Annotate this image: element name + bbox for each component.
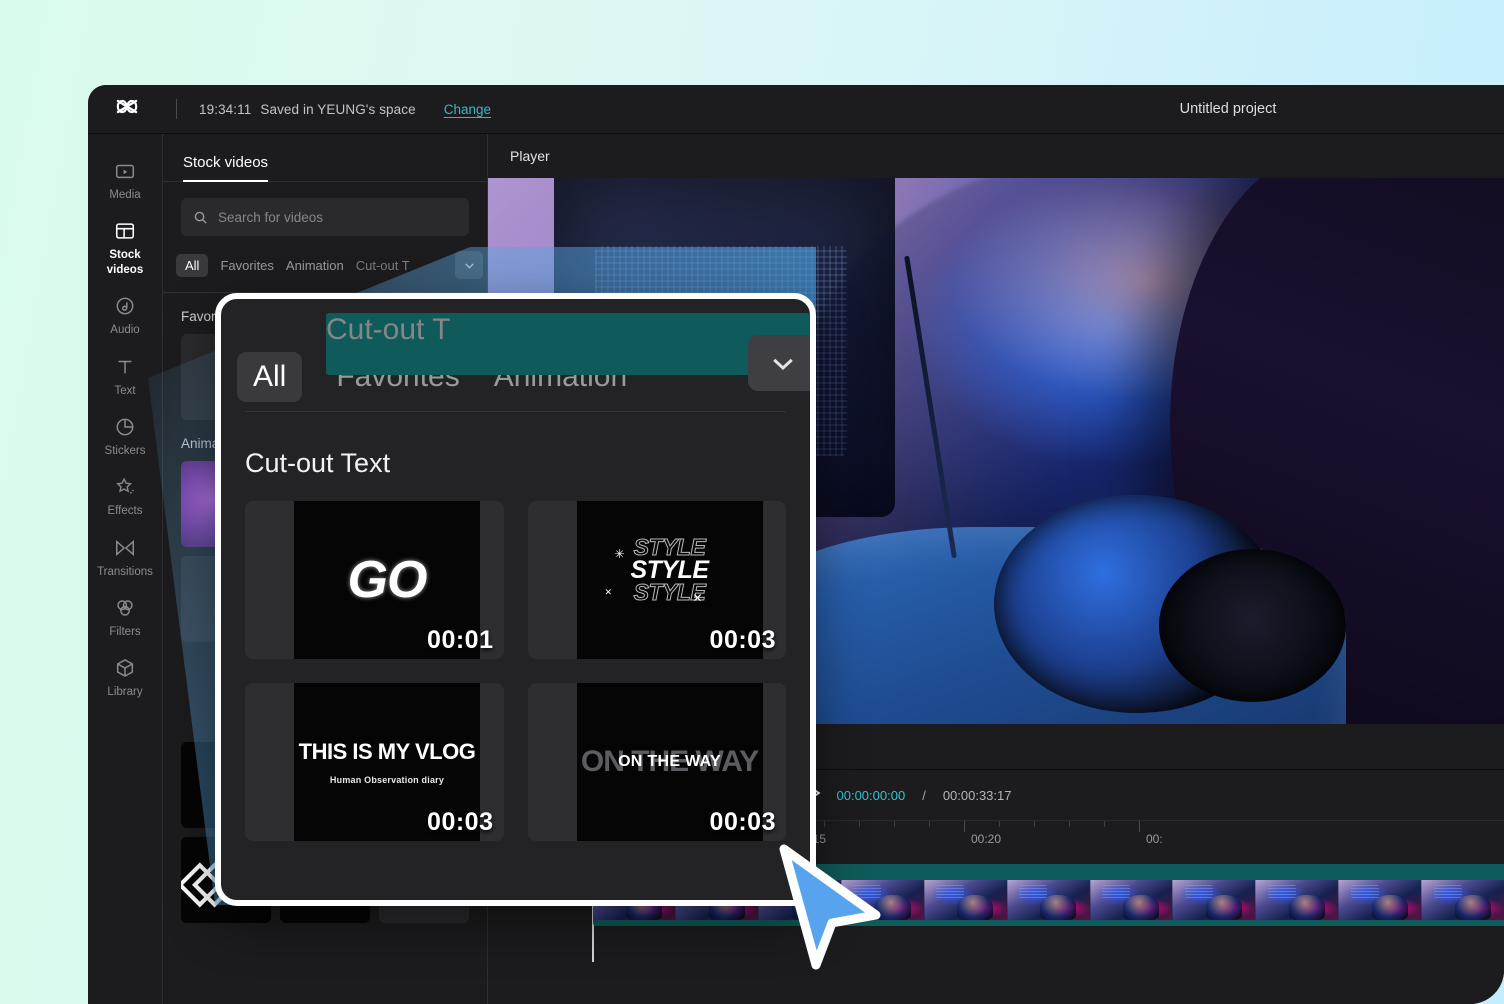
ruler-label: 00:20 (971, 832, 1002, 846)
sidebar-item-transitions[interactable]: Transitions (88, 527, 162, 587)
popup-tab-all[interactable]: All (237, 352, 303, 402)
sidebar-item-label: Text (114, 384, 136, 397)
card-subtext: Human Observation diary (329, 775, 445, 785)
sidebar-item-media[interactable]: Media (88, 150, 162, 210)
library-icon (114, 657, 136, 679)
sidebar-item-label: Effects (107, 505, 143, 518)
total-time: 00:00:33:17 (942, 787, 1012, 803)
list-item[interactable]: THIS IS MY VLOG Human Observation diary … (245, 683, 504, 841)
project-title-text: Untitled project (1179, 101, 1277, 117)
filmstrip-frame (1173, 880, 1257, 920)
player-header: Player (488, 134, 1504, 178)
audio-icon (114, 295, 136, 317)
search-icon (194, 211, 207, 224)
popup-tab-cutout-text[interactable]: Cut-out T (326, 313, 810, 375)
sidebar-item-label: Audio (110, 324, 140, 337)
sidebar-item-text[interactable]: Text (88, 346, 162, 406)
popup-card-grid: GO 00:01 STYLE STYLE STYLE ✳ ✕ ✕ 00:03 T… (221, 479, 810, 841)
current-time: 00:00:00:00 (836, 787, 906, 803)
filter-chip-row: All Favorites Animation Cut-out T (176, 251, 483, 279)
filmstrip-frame (1256, 880, 1340, 920)
sidebar-item-label: Media (109, 189, 141, 201)
card-duration: 00:03 (709, 626, 776, 654)
card-text: GO (347, 551, 428, 609)
panel-tab-row: Stock videos (163, 134, 487, 182)
change-space-link[interactable]: Change (444, 102, 491, 117)
popup-tab-row: All Favorites Animation Cut-out T (221, 299, 810, 411)
list-item[interactable]: ON THE WAY ON THE WAY 00:03 (527, 683, 786, 841)
popup-expand-button[interactable] (748, 335, 810, 391)
stickers-icon (114, 416, 136, 438)
card-duration: 00:03 (427, 808, 494, 836)
filmstrip-frame (841, 880, 925, 920)
sidebar-item-stock-videos[interactable]: Stock videos (88, 210, 162, 285)
sidebar-item-filters[interactable]: Filters (88, 587, 162, 647)
filter-chip-favorites[interactable]: Favorites (220, 258, 273, 273)
chevron-down-icon (773, 358, 793, 371)
save-time: 19:34:11 (199, 101, 252, 117)
list-item[interactable]: GO 00:01 (245, 501, 504, 659)
player-label: Player (510, 148, 550, 164)
sidebar-item-effects[interactable]: Effects (88, 466, 162, 526)
filmstrip-frame (924, 880, 1008, 920)
popup-section-title: Cut-out Text (245, 448, 391, 478)
transitions-icon (114, 537, 136, 559)
left-rail: Media Stock videos Audio Text Stickers E… (88, 134, 163, 1004)
sidebar-item-label: Stock videos (106, 249, 144, 276)
header-divider (176, 99, 177, 119)
save-location: Saved in YEUNG's space (260, 101, 416, 117)
stock-videos-icon (114, 220, 136, 242)
filter-expand-button[interactable] (455, 251, 483, 279)
text-icon (114, 356, 136, 378)
filters-icon (114, 597, 136, 619)
card-text: THIS IS MY VLOG (298, 739, 476, 764)
time-separator: / (922, 787, 926, 803)
chevron-down-icon (464, 262, 474, 269)
page-canvas: 19:34:11 Saved in YEUNG's space Change U… (0, 0, 1504, 1004)
filter-chip-animation[interactable]: Animation (286, 258, 344, 273)
sidebar-item-label: Stickers (104, 444, 146, 457)
capcut-logo-icon[interactable] (112, 94, 142, 124)
filmstrip-frame (1422, 880, 1504, 920)
sidebar-item-library[interactable]: Library (88, 647, 162, 707)
card-text: ON THE WAY (618, 753, 721, 770)
sidebar-item-label: Transitions (97, 565, 153, 578)
search-placeholder: Search for videos (218, 209, 324, 225)
video-headphone-earpad (1159, 549, 1346, 703)
effects-icon (114, 476, 136, 498)
card-duration: 00:03 (709, 808, 776, 836)
title-bar: 19:34:11 Saved in YEUNG's space Change U… (88, 85, 1504, 133)
sidebar-item-stickers[interactable]: Stickers (88, 406, 162, 466)
filmstrip-frame (1090, 880, 1174, 920)
sidebar-item-audio[interactable]: Audio (88, 285, 162, 345)
sidebar-item-label: Library (107, 686, 143, 699)
media-icon (114, 160, 136, 182)
card-duration: 00:01 (427, 626, 494, 654)
sparkle-icon: ✕ (692, 591, 703, 605)
filmstrip-frame (1007, 880, 1091, 920)
sparkle-icon: ✕ (604, 587, 613, 597)
sidebar-item-label: Filters (109, 626, 141, 638)
search-input[interactable]: Search for videos (181, 198, 469, 236)
filter-chip-cutout-text[interactable]: Cut-out T (356, 258, 410, 273)
sparkle-icon: ✳ (614, 547, 625, 561)
filter-chip-all[interactable]: All (176, 253, 209, 277)
tab-stock-videos[interactable]: Stock videos (183, 154, 269, 182)
magnified-filter-popup: All Favorites Animation Cut-out T Cut-ou… (215, 293, 816, 906)
ruler-label: 00: (1146, 832, 1163, 846)
list-item[interactable]: STYLE STYLE STYLE ✳ ✕ ✕ 00:03 (527, 501, 786, 659)
filmstrip-frame (1339, 880, 1423, 920)
